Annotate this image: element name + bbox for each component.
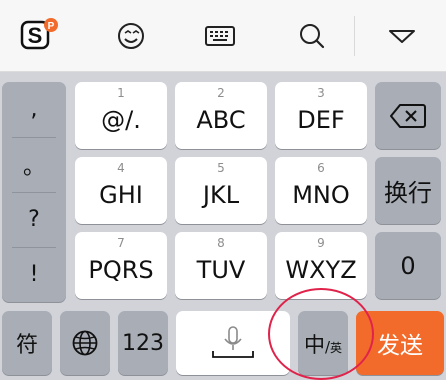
toolbar-divider: [354, 16, 355, 56]
punct-label: ?: [28, 207, 40, 232]
key-label: GHI: [99, 181, 143, 209]
microphone-icon: [176, 311, 290, 375]
keyboard-toolbar: S P: [0, 0, 446, 72]
key-6[interactable]: 6 MNO: [275, 157, 367, 224]
punct-comma-key[interactable]: ,: [2, 82, 66, 137]
key-7[interactable]: 7 PQRS: [75, 232, 167, 299]
language-switch-label: 中 / 英: [298, 311, 348, 375]
punct-question-key[interactable]: ?: [2, 192, 66, 247]
key-4[interactable]: 4 GHI: [75, 157, 167, 224]
key-2[interactable]: 2 ABC: [175, 82, 267, 149]
language-switch-key[interactable]: 中 / 英: [298, 311, 348, 375]
key-number: 4: [117, 161, 125, 175]
key-number: 1: [117, 86, 125, 100]
emoji-icon[interactable]: [111, 16, 151, 56]
key-number: 2: [217, 86, 225, 100]
symbol-label: 符: [15, 333, 38, 358]
key-label: MNO: [292, 181, 350, 209]
newline-key[interactable]: 换行: [375, 157, 441, 224]
punct-label: ,: [30, 97, 38, 122]
globe-key[interactable]: [60, 311, 110, 375]
key-label: @/.: [101, 106, 141, 134]
key-label: 0: [400, 251, 416, 280]
globe-icon: [60, 311, 110, 375]
key-0[interactable]: 0: [375, 232, 441, 299]
key-number: 6: [317, 161, 325, 175]
punct-exclaim-key[interactable]: !: [2, 247, 66, 302]
send-label: 发送: [377, 333, 423, 359]
key-9[interactable]: 9 WXYZ: [275, 232, 367, 299]
symbol-key[interactable]: 符: [2, 311, 52, 375]
key-number: 7: [117, 236, 125, 250]
key-number: 5: [217, 161, 225, 175]
send-key[interactable]: 发送: [356, 311, 444, 375]
punctuation-column: , 。 ? !: [2, 82, 66, 302]
svg-text:S: S: [28, 23, 43, 48]
collapse-icon[interactable]: [382, 16, 422, 56]
keyboard-icon[interactable]: [200, 16, 240, 56]
punct-label: !: [29, 262, 39, 287]
key-label: JKL: [202, 181, 240, 209]
key-3[interactable]: 3 DEF: [275, 82, 367, 149]
space-voice-key[interactable]: [176, 311, 290, 375]
svg-text:P: P: [48, 21, 55, 32]
key-number: 3: [317, 86, 325, 100]
key-label: PQRS: [88, 256, 154, 284]
numbers-label: 123: [122, 330, 164, 356]
key-8[interactable]: 8 TUV: [175, 232, 267, 299]
lang-sub-label: 英: [330, 341, 343, 355]
key-number: 9: [317, 236, 325, 250]
key-1[interactable]: 1 @/.: [75, 82, 167, 149]
key-5[interactable]: 5 JKL: [175, 157, 267, 224]
punct-label: 。: [22, 154, 45, 180]
backspace-key[interactable]: [375, 82, 441, 149]
key-label: DEF: [297, 106, 345, 134]
search-icon[interactable]: [292, 16, 332, 56]
newline-label: 换行: [384, 179, 432, 207]
lang-main-label: 中: [303, 333, 325, 357]
key-label: TUV: [196, 256, 246, 284]
key-number: 8: [217, 236, 225, 250]
numbers-key[interactable]: 123: [118, 311, 168, 375]
key-label: ABC: [196, 106, 246, 134]
backspace-icon: [375, 82, 441, 149]
key-label: WXYZ: [285, 256, 357, 284]
sogou-logo-icon[interactable]: S P: [18, 16, 58, 56]
punct-period-key[interactable]: 。: [2, 137, 66, 192]
